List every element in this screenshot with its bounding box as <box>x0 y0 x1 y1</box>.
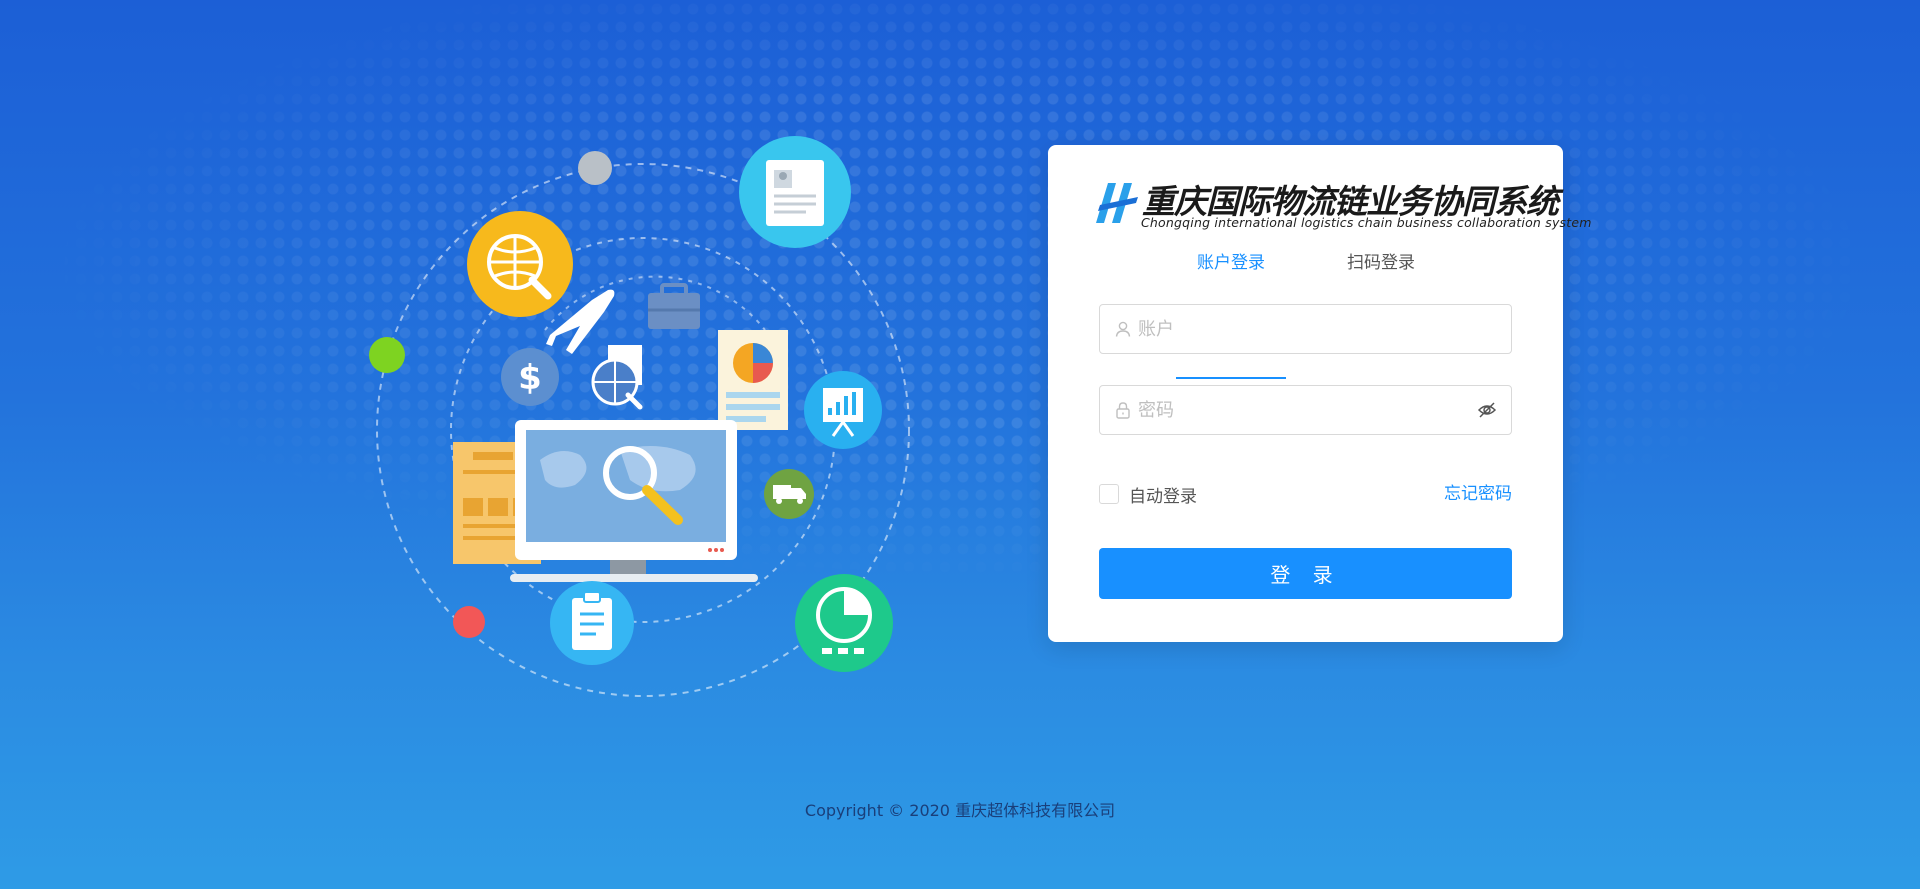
globe-document-icon <box>591 345 643 410</box>
pie-report-icon <box>718 330 788 430</box>
user-icon <box>1115 321 1131 337</box>
document-person-icon <box>739 136 851 248</box>
forgot-password-link[interactable]: 忘记密码 <box>1444 482 1512 506</box>
auto-login-checkbox[interactable]: 自动登录 <box>1099 482 1197 507</box>
logistics-illustration: $ <box>360 130 940 710</box>
pie-chart-icon <box>795 574 893 672</box>
tab-account-login[interactable]: 账户登录 <box>1176 241 1286 287</box>
red-dot-icon <box>453 606 485 638</box>
illustration-graphic: $ <box>369 136 910 697</box>
svg-text:$: $ <box>518 358 542 398</box>
copyright-footer: Copyright © 2020 重庆超体科技有限公司 <box>804 801 1116 820</box>
logo-icon <box>1096 183 1138 223</box>
account-input[interactable] <box>1138 305 1468 353</box>
eye-invisible-icon[interactable] <box>1477 400 1497 420</box>
brand-logo: 重庆国际物流链业务协同系统 Chongqing international lo… <box>1094 175 1591 237</box>
auto-login-label: 自动登录 <box>1129 486 1197 507</box>
computer-map-icon <box>510 420 758 582</box>
account-field <box>1099 304 1512 354</box>
truck-icon <box>764 469 814 519</box>
lock-icon <box>1116 402 1130 419</box>
briefcase-icon <box>648 283 700 329</box>
brand-title-en: Chongqing international logistics chain … <box>1141 215 1592 230</box>
tab-active-indicator <box>1176 377 1286 379</box>
checkbox-box[interactable] <box>1099 484 1119 504</box>
globe-search-icon <box>467 211 573 317</box>
login-tabs: 账户登录 扫码登录 <box>1048 241 1563 379</box>
presentation-chart-icon <box>804 371 882 449</box>
dollar-icon: $ <box>501 348 559 406</box>
grey-dot-icon <box>578 151 612 185</box>
password-input[interactable] <box>1138 386 1468 434</box>
tab-qr-login[interactable]: 扫码登录 <box>1326 241 1436 287</box>
green-dot-icon <box>369 337 405 373</box>
world-map-dot-background <box>0 0 1920 889</box>
login-button[interactable]: 登 录 <box>1099 548 1512 599</box>
login-card: 重庆国际物流链业务协同系统 Chongqing international lo… <box>1048 145 1591 642</box>
password-field <box>1099 385 1512 435</box>
clipboard-icon <box>550 581 634 665</box>
